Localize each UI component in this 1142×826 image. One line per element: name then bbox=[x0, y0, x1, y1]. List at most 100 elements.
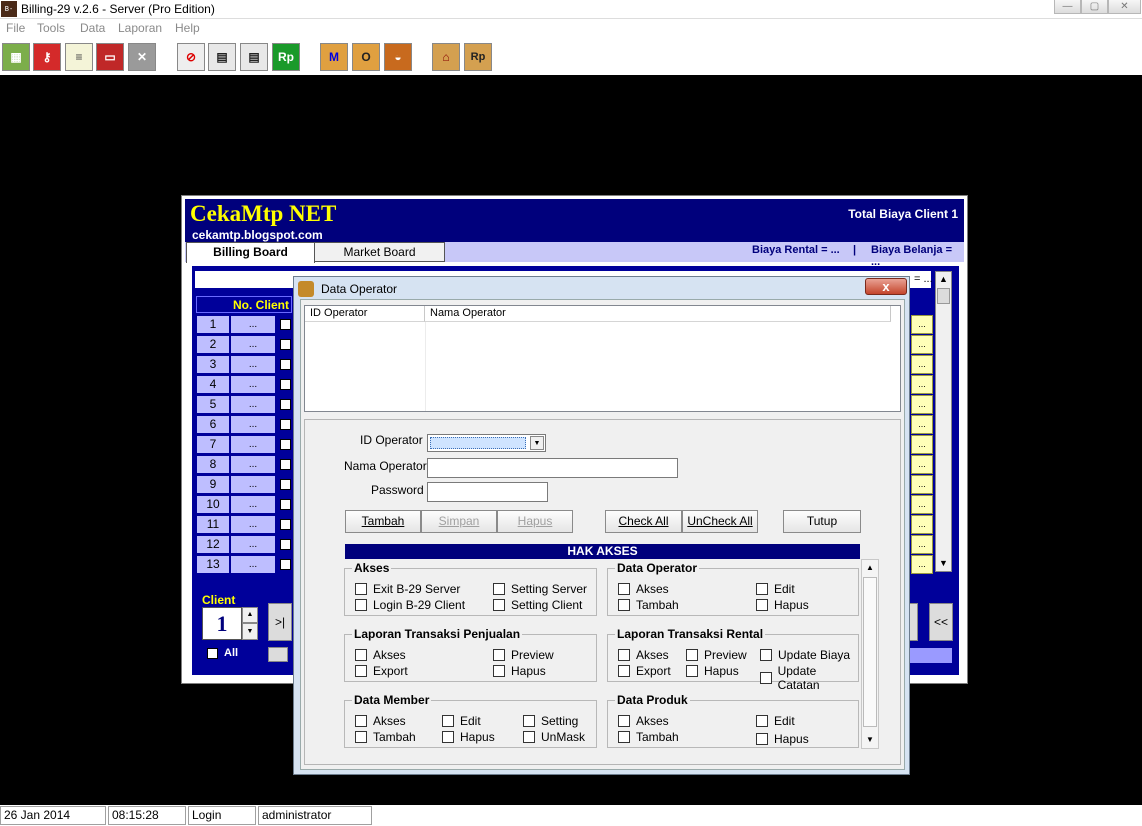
uncheck-all-button[interactable]: UnCheck All bbox=[682, 510, 758, 533]
client-row-dots[interactable]: ... bbox=[230, 435, 276, 454]
board-vscroll[interactable]: ▲ ▼ bbox=[935, 271, 952, 572]
client-row-checkbox[interactable] bbox=[280, 479, 291, 490]
checkbox-rental-export[interactable]: Export bbox=[618, 664, 671, 678]
key-icon[interactable]: ⚷ bbox=[33, 43, 61, 71]
client-row-right-cell[interactable]: ... bbox=[911, 535, 933, 554]
checkbox-exit-server[interactable]: Exit B-29 Server bbox=[355, 582, 460, 596]
password-input[interactable] bbox=[427, 482, 548, 502]
client-row-dots[interactable]: ... bbox=[230, 375, 276, 394]
client-row-checkbox[interactable] bbox=[280, 459, 291, 470]
tab-billing-board[interactable]: Billing Board bbox=[186, 242, 315, 263]
menu-tools[interactable]: Tools bbox=[37, 21, 65, 35]
client-row-checkbox[interactable] bbox=[280, 399, 291, 410]
client-row-number[interactable]: 8 bbox=[196, 455, 230, 474]
checkbox-produk-edit[interactable]: Edit bbox=[756, 714, 795, 728]
nav-back-button[interactable]: << bbox=[929, 603, 953, 641]
checkbox-penjualan-preview[interactable]: Preview bbox=[493, 648, 554, 662]
calc-cal-icon[interactable]: ▤ bbox=[208, 43, 236, 71]
client-row-number[interactable]: 11 bbox=[196, 515, 230, 534]
checkbox-penjualan-export[interactable]: Export bbox=[355, 664, 408, 678]
client-row-number[interactable]: 10 bbox=[196, 495, 230, 514]
client-row-number[interactable]: 12 bbox=[196, 535, 230, 554]
checkbox-produk-tambah[interactable]: Tambah bbox=[618, 730, 679, 744]
member-m-icon[interactable]: M bbox=[320, 43, 348, 71]
client-spin-up[interactable]: ▲ bbox=[242, 607, 258, 623]
x-icon[interactable]: ✕ bbox=[128, 43, 156, 71]
client-row-dots[interactable]: ... bbox=[230, 415, 276, 434]
client-row-right-cell[interactable]: ... bbox=[911, 495, 933, 514]
client-row-right-cell[interactable]: ... bbox=[911, 475, 933, 494]
checkbox-rental-update-biaya[interactable]: Update Biaya bbox=[760, 648, 850, 662]
checkbox-setting-server[interactable]: Setting Server bbox=[493, 582, 587, 596]
tab-market-board[interactable]: Market Board bbox=[314, 242, 445, 262]
menu-data[interactable]: Data bbox=[80, 21, 105, 35]
client-row-number[interactable]: 4 bbox=[196, 375, 230, 394]
checkbox-produk-hapus[interactable]: Hapus bbox=[756, 732, 809, 746]
checkbox-login-client[interactable]: Login B-29 Client bbox=[355, 598, 465, 612]
scroll-down-arrow[interactable]: ▼ bbox=[936, 556, 951, 571]
burger-icon[interactable]: ◒ bbox=[384, 43, 412, 71]
checkbox-rental-update-catatan[interactable]: Update Catatan bbox=[760, 664, 858, 692]
house-icon[interactable]: ⌂ bbox=[432, 43, 460, 71]
client-row-dots[interactable]: ... bbox=[230, 315, 276, 334]
client-row-right-cell[interactable]: ... bbox=[911, 335, 933, 354]
client-row-dots[interactable]: ... bbox=[230, 475, 276, 494]
checkbox-member-edit[interactable]: Edit bbox=[442, 714, 481, 728]
checkbox-operator-edit[interactable]: Edit bbox=[756, 582, 795, 596]
client-row-checkbox[interactable] bbox=[280, 319, 291, 330]
scroll-down-arrow[interactable]: ▼ bbox=[862, 732, 878, 748]
menu-file[interactable]: File bbox=[6, 21, 25, 35]
client-row-checkbox[interactable] bbox=[280, 419, 291, 430]
checkbox-member-setting[interactable]: Setting bbox=[523, 714, 578, 728]
checkbox-penjualan-akses[interactable]: Akses bbox=[355, 648, 406, 662]
checkbox-member-unmask[interactable]: UnMask bbox=[523, 730, 585, 744]
client-row-dots[interactable]: ... bbox=[230, 495, 276, 514]
client-row-dots[interactable]: ... bbox=[230, 515, 276, 534]
menu-laporan[interactable]: Laporan bbox=[118, 21, 162, 35]
client-row-dots[interactable]: ... bbox=[230, 395, 276, 414]
scroll-up-arrow[interactable]: ▲ bbox=[936, 272, 951, 287]
nav-first-button[interactable]: >| bbox=[268, 603, 292, 641]
checkbox-operator-tambah[interactable]: Tambah bbox=[618, 598, 679, 612]
client-row-number[interactable]: 1 bbox=[196, 315, 230, 334]
house-rp-icon[interactable]: Rp bbox=[464, 43, 492, 71]
scroll-up-arrow[interactable]: ▲ bbox=[862, 560, 878, 576]
operator-list[interactable]: ID Operator Nama Operator bbox=[304, 305, 901, 412]
menu-help[interactable]: Help bbox=[175, 21, 200, 35]
client-row-dots[interactable]: ... bbox=[230, 535, 276, 554]
client-row-number[interactable]: 6 bbox=[196, 415, 230, 434]
building-icon[interactable]: ▦ bbox=[2, 43, 30, 71]
checkbox-produk-akses[interactable]: Akses bbox=[618, 714, 669, 728]
tambah-button[interactable]: Tambah bbox=[345, 510, 421, 533]
client-row-right-cell[interactable]: ... bbox=[911, 395, 933, 414]
client-row-right-cell[interactable]: ... bbox=[911, 375, 933, 394]
id-operator-select[interactable]: ▼ bbox=[427, 434, 546, 452]
checkbox-rental-akses[interactable]: Akses bbox=[618, 648, 669, 662]
checkbox-rental-preview[interactable]: Preview bbox=[686, 648, 747, 662]
client-row-checkbox[interactable] bbox=[280, 499, 291, 510]
checkbox-member-tambah[interactable]: Tambah bbox=[355, 730, 416, 744]
client-row-dots[interactable]: ... bbox=[230, 455, 276, 474]
column-nama-operator[interactable]: Nama Operator bbox=[425, 306, 891, 322]
checkbox-operator-hapus[interactable]: Hapus bbox=[756, 598, 809, 612]
client-row-number[interactable]: 7 bbox=[196, 435, 230, 454]
column-id-operator[interactable]: ID Operator bbox=[305, 306, 425, 322]
nama-operator-input[interactable] bbox=[427, 458, 678, 478]
tutup-button[interactable]: Tutup bbox=[783, 510, 861, 533]
notepad-icon[interactable]: ≡ bbox=[65, 43, 93, 71]
client-row-dots[interactable]: ... bbox=[230, 355, 276, 374]
checkbox-member-akses[interactable]: Akses bbox=[355, 714, 406, 728]
client-row-right-cell[interactable]: ... bbox=[911, 315, 933, 334]
client-row-checkbox[interactable] bbox=[280, 439, 291, 450]
small-grey-button[interactable] bbox=[268, 647, 288, 662]
client-row-right-cell[interactable]: ... bbox=[911, 455, 933, 474]
client-row-number[interactable]: 13 bbox=[196, 555, 230, 574]
checkbox-penjualan-hapus[interactable]: Hapus bbox=[493, 664, 546, 678]
operator-o-icon[interactable]: O bbox=[352, 43, 380, 71]
checkbox-member-hapus[interactable]: Hapus bbox=[442, 730, 495, 744]
client-row-right-cell[interactable]: ... bbox=[911, 515, 933, 534]
chevron-down-icon[interactable]: ▼ bbox=[530, 436, 544, 450]
client-row-number[interactable]: 9 bbox=[196, 475, 230, 494]
client-row-right-cell[interactable]: ... bbox=[911, 415, 933, 434]
all-checkbox[interactable] bbox=[207, 648, 218, 659]
